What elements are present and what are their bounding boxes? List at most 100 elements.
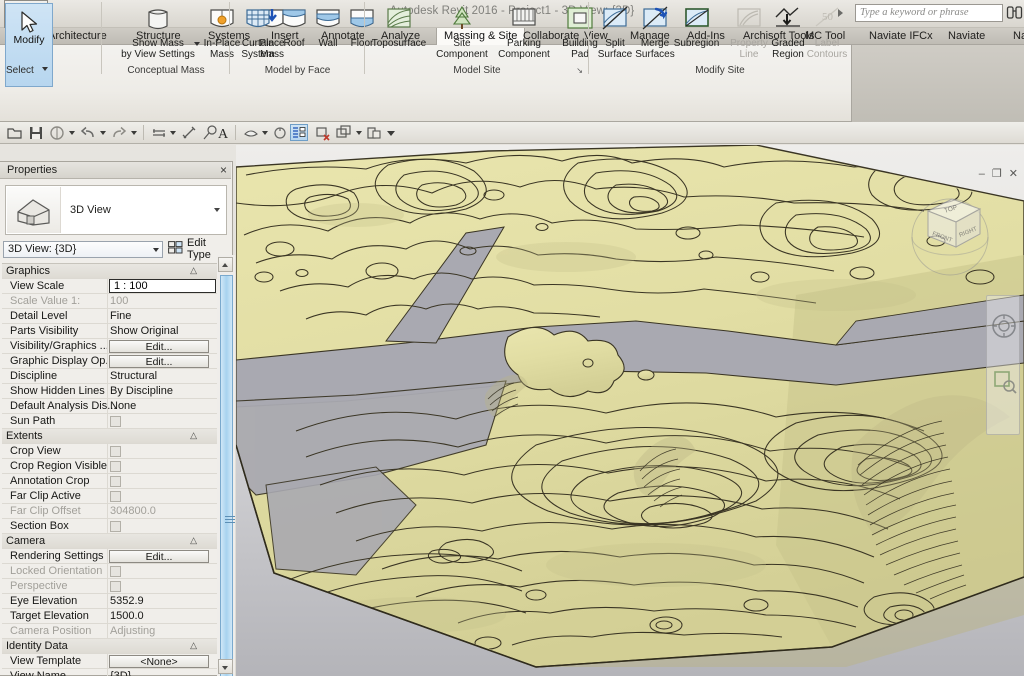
type-selector[interactable]: 3D View [5,185,227,235]
properties-section-camera[interactable]: Camera △ [2,534,217,549]
customize-qat-icon[interactable] [366,125,382,141]
text-icon[interactable]: A [216,125,232,142]
property-row[interactable]: Section Box [2,519,217,534]
site-component-button[interactable]: Site Component [432,3,492,60]
view-type-combo[interactable]: 3D View: {3D} [3,241,163,258]
property-row[interactable]: Visibility/Graphics ... Edit... [2,339,217,354]
property-row[interactable]: Rendering Settings Edit... [2,549,217,564]
property-row[interactable]: Camera Position Adjusting [2,624,217,639]
property-edit-button[interactable]: Edit... [109,340,209,353]
property-row[interactable]: Target Elevation 1500.0 [2,609,217,624]
show-mass-by-view-settings-button[interactable]: Show Mass by View Settings [120,3,200,60]
redo-split-caret-icon[interactable] [131,131,137,135]
property-row[interactable]: View Name {3D} [2,669,217,676]
property-row[interactable]: Discipline Structural [2,369,217,384]
parking-component-button[interactable]: Parking Component [494,3,554,60]
model-site-panel-expander[interactable]: ↘ [576,66,583,75]
property-row[interactable]: Perspective [2,579,217,594]
qat-dropdown-icon[interactable] [387,131,395,136]
view-scroll-down-button[interactable] [218,659,233,674]
property-edit-button[interactable]: Edit... [109,355,209,368]
ribbon-panel-model-by-face: Curtain System Roof Wall Floor Model by … [230,0,374,77]
property-checkbox[interactable] [110,521,121,532]
search-binoculars-icon[interactable] [1006,3,1023,22]
toposurface-label: Toposurface [371,38,427,49]
property-label: Parts Visibility [10,325,79,337]
undo-icon[interactable] [80,125,96,141]
property-checkbox[interactable] [110,491,121,502]
property-row[interactable]: Far Clip Offset 304800.0 [2,504,217,519]
section-collapse-icon[interactable]: △ [190,265,197,276]
property-row[interactable]: Far Clip Active [2,489,217,504]
property-row[interactable]: Eye Elevation 5352.9 [2,594,217,609]
property-row[interactable]: View Template <None> [2,654,217,669]
navigation-bar[interactable] [986,295,1020,435]
open-icon[interactable] [7,125,23,141]
property-row[interactable]: Detail Level Fine [2,309,217,324]
property-checkbox[interactable] [110,416,121,427]
property-label: Far Clip Offset [10,505,81,517]
select-panel-caret-icon[interactable] [42,67,48,71]
tab-naviate-ifcx[interactable]: Naviate IFCx [862,28,940,45]
toposurface-button[interactable]: Toposurface [368,3,430,50]
property-edit-button[interactable]: <None> [109,655,209,668]
sync-split-caret-icon[interactable] [69,131,75,135]
property-checkbox[interactable] [110,476,121,487]
close-icon[interactable]: ✕ [1009,167,1018,180]
property-label: Camera Position [10,625,92,637]
redo-icon[interactable] [111,125,127,141]
property-row[interactable]: View Scale 1 : 100 [2,279,217,294]
property-row[interactable]: Graphic Display Op... Edit... [2,354,217,369]
property-row[interactable]: Sun Path [2,414,217,429]
search-input[interactable]: Type a keyword or phrase [855,4,1003,22]
properties-section-graphics[interactable]: Graphics △ [2,264,217,279]
switch-windows-split-caret-icon[interactable] [356,131,362,135]
properties-close-icon[interactable]: × [220,163,227,177]
ribbon-panel-model-site: Toposurface Site Component Parking Compo… [365,0,598,77]
measure-split-caret-icon[interactable] [170,131,176,135]
property-value-input[interactable]: 1 : 100 [109,279,216,293]
view-scroll-thumb[interactable] [220,275,235,676]
property-checkbox[interactable] [110,446,121,457]
view-scroll-up-button[interactable] [218,257,233,272]
property-label: Eye Elevation [10,595,78,607]
measure-icon[interactable] [151,125,167,141]
save-icon[interactable] [28,125,44,141]
section-collapse-icon[interactable]: △ [190,640,197,651]
section-icon[interactable] [272,125,288,141]
section-label: Graphics [6,265,51,277]
switch-windows-icon[interactable] [336,125,352,141]
property-row[interactable]: Default Analysis Dis... None [2,399,217,414]
property-row[interactable]: Parts Visibility Show Original [2,324,217,339]
view-cube[interactable]: TOP FRONT RIGHT [898,177,1002,281]
aligned-dimension-icon[interactable] [181,125,197,141]
sync-with-central-icon[interactable] [49,125,65,141]
type-selector-caret-icon[interactable] [214,208,220,212]
view-split-caret-icon[interactable] [262,131,268,135]
properties-section-identity-data[interactable]: Identity Data △ [2,639,217,654]
property-row[interactable]: Scale Value 1: 100 [2,294,217,309]
property-checkbox[interactable] [110,461,121,472]
section-collapse-icon[interactable]: △ [190,430,197,441]
property-row[interactable]: Show Hidden Lines By Discipline [2,384,217,399]
properties-section-extents[interactable]: Extents △ [2,429,217,444]
thin-lines-icon[interactable] [290,124,308,141]
property-row[interactable]: Crop Region Visible [2,459,217,474]
subregion-button[interactable]: Subregion [669,3,724,50]
ribbon-panel-conceptual-mass: Show Mass by View Settings In-Place Mass… [102,0,285,77]
tab-naviate-fire-aco[interactable]: Naviate Fire&Aco. [1006,28,1024,45]
property-edit-button[interactable]: Edit... [109,550,209,563]
property-label: Graphic Display Op... [10,355,115,367]
3d-viewport[interactable]: – ❐ ✕ TOP FRONT RIGHT [236,145,1024,676]
property-row[interactable]: Crop View [2,444,217,459]
default-3d-view-icon[interactable] [243,125,259,141]
property-checkbox[interactable] [110,581,121,592]
view-splitter-scrollbar[interactable] [217,255,235,676]
property-row[interactable]: Annotation Crop [2,474,217,489]
property-checkbox[interactable] [110,566,121,577]
tab-naviate[interactable]: Naviate [941,28,992,45]
close-hidden-windows-icon[interactable] [315,125,331,141]
property-row[interactable]: Locked Orientation [2,564,217,579]
section-collapse-icon[interactable]: △ [190,535,197,546]
undo-split-caret-icon[interactable] [100,131,106,135]
